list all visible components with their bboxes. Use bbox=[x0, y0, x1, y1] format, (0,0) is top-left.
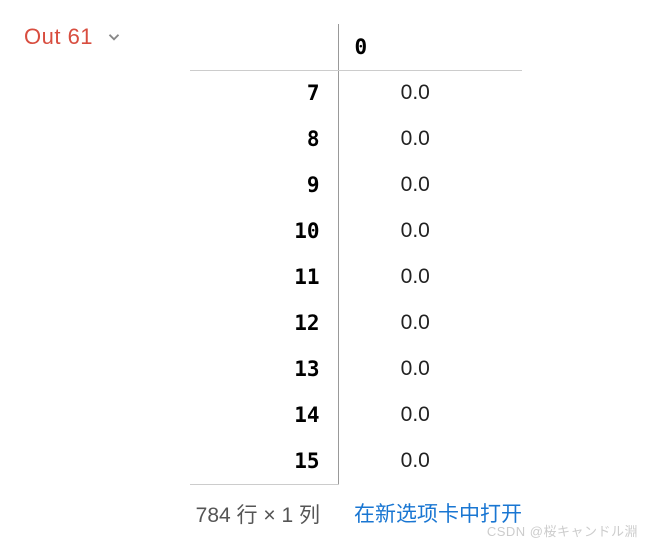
table-row: 12 0.0 bbox=[190, 300, 522, 346]
row-index[interactable]: 10 bbox=[190, 208, 338, 254]
table-row: 7 0.0 bbox=[190, 70, 522, 116]
row-index[interactable]: 7 bbox=[190, 70, 338, 116]
table-row: 10 0.0 bbox=[190, 208, 522, 254]
cell-value: 0.0 bbox=[338, 208, 522, 254]
row-index[interactable]: 11 bbox=[190, 254, 338, 300]
cell-value: 0.0 bbox=[338, 116, 522, 162]
cell-value: 0.0 bbox=[338, 300, 522, 346]
row-index[interactable]: 8 bbox=[190, 116, 338, 162]
watermark: CSDN @桜キャンドル淵 bbox=[487, 521, 638, 540]
row-index[interactable]: 15 bbox=[190, 438, 338, 484]
chevron-down-icon[interactable] bbox=[105, 28, 123, 52]
shape-info: 784 行 × 1 列 bbox=[190, 484, 338, 529]
row-index[interactable]: 9 bbox=[190, 162, 338, 208]
row-index[interactable]: 13 bbox=[190, 346, 338, 392]
table-row: 9 0.0 bbox=[190, 162, 522, 208]
table-row: 11 0.0 bbox=[190, 254, 522, 300]
table-corner bbox=[190, 24, 338, 70]
cell-value: 0.0 bbox=[338, 162, 522, 208]
cell-value: 0.0 bbox=[338, 70, 522, 116]
output-label: Out 61 bbox=[24, 24, 93, 50]
row-index[interactable]: 12 bbox=[190, 300, 338, 346]
table-row: 14 0.0 bbox=[190, 392, 522, 438]
table-footer: 784 行 × 1 列 在新选项卡中打开 bbox=[190, 484, 522, 529]
output-label-area[interactable]: Out 61 bbox=[0, 24, 190, 529]
cell-value: 0.0 bbox=[338, 346, 522, 392]
cell-value: 0.0 bbox=[338, 392, 522, 438]
dataframe-table: 0 7 0.0 8 0.0 9 0.0 10 0.0 bbox=[190, 24, 522, 529]
row-index[interactable]: 14 bbox=[190, 392, 338, 438]
column-header[interactable]: 0 bbox=[338, 24, 522, 70]
table-row: 15 0.0 bbox=[190, 438, 522, 484]
dataframe-viewer: 0 7 0.0 8 0.0 9 0.0 10 0.0 bbox=[190, 24, 522, 529]
table-row: 13 0.0 bbox=[190, 346, 522, 392]
cell-value: 0.0 bbox=[338, 254, 522, 300]
table-row: 8 0.0 bbox=[190, 116, 522, 162]
cell-value: 0.0 bbox=[338, 438, 522, 484]
